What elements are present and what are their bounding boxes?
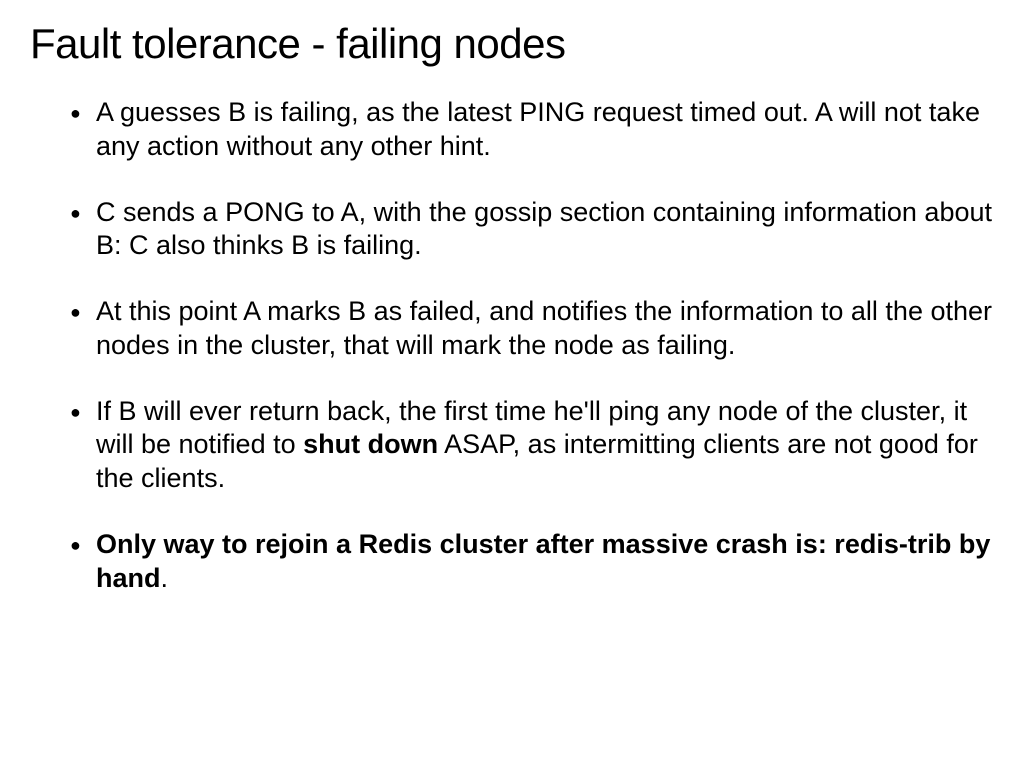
- bullet-item: Only way to rejoin a Redis cluster after…: [70, 528, 994, 596]
- bullet-text: Only way to rejoin a Redis cluster after…: [96, 529, 990, 593]
- bullet-text: A guesses B is failing, as the latest PI…: [96, 97, 980, 161]
- slide: Fault tolerance - failing nodes A guesse…: [0, 0, 1024, 647]
- bullet-list: A guesses B is failing, as the latest PI…: [30, 96, 994, 595]
- bullet-text: shut down: [303, 429, 438, 459]
- bullet-item: A guesses B is failing, as the latest PI…: [70, 96, 994, 164]
- bullet-text: .: [161, 563, 169, 593]
- slide-title: Fault tolerance - failing nodes: [30, 20, 994, 68]
- bullet-text: At this point A marks B as failed, and n…: [96, 296, 992, 360]
- bullet-item: If B will ever return back, the first ti…: [70, 395, 994, 496]
- bullet-text: C sends a PONG to A, with the gossip sec…: [96, 197, 992, 261]
- bullet-item: At this point A marks B as failed, and n…: [70, 295, 994, 363]
- bullet-item: C sends a PONG to A, with the gossip sec…: [70, 196, 994, 264]
